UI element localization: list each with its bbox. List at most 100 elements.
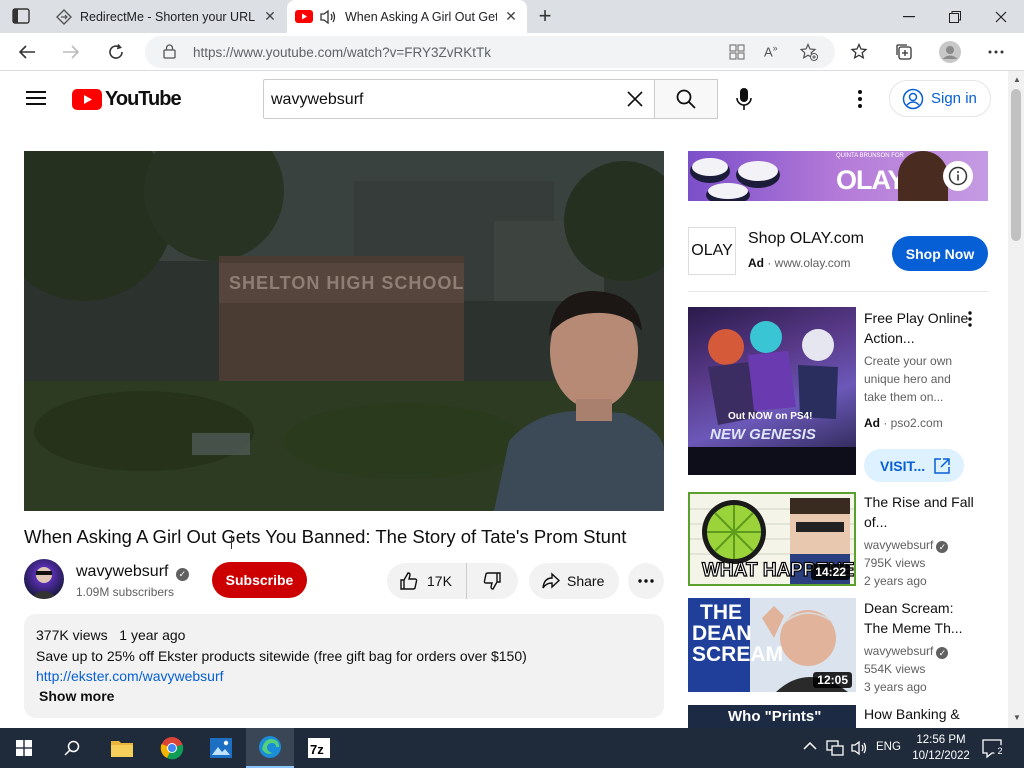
network-icon[interactable] [826, 740, 844, 756]
olay-ad-banner[interactable]: QUINTA BRUNSON FOR OLAY [688, 151, 988, 201]
sign-in-label: Sign in [931, 90, 977, 107]
forward-button[interactable] [56, 37, 86, 67]
close-window-button[interactable] [978, 0, 1024, 33]
close-tab-icon[interactable]: ✕ [503, 8, 519, 25]
related-thumbnail-2[interactable]: THE DEAN SCREAM 12:05 [688, 598, 856, 692]
speaker-icon[interactable] [319, 9, 337, 25]
related-thumbnail-3[interactable]: Who "Prints" [688, 705, 856, 728]
edge-icon[interactable] [246, 728, 294, 768]
hamburger-menu-icon[interactable] [26, 90, 46, 106]
apps-icon[interactable] [729, 44, 745, 60]
profile-avatar-icon[interactable] [935, 37, 965, 67]
new-tab-button[interactable]: + [535, 5, 555, 27]
ad-title[interactable]: Shop OLAY.com [748, 230, 864, 248]
notifications-icon[interactable]: 2 [982, 739, 1006, 759]
show-more-button[interactable]: Show more [39, 688, 114, 704]
photos-icon[interactable] [197, 728, 245, 768]
related-title-3[interactable]: How Banking & [864, 704, 974, 724]
7zip-icon[interactable]: 7z [295, 728, 343, 768]
windows-taskbar: 7z ENG 12:56 PM 10/12/2022 2 [0, 728, 1024, 768]
system-clock[interactable]: 12:56 PM 10/12/2022 [908, 732, 974, 764]
back-button[interactable] [12, 37, 42, 67]
promo-thumbnail[interactable]: Out NOW on PS4! NEW GENESIS [688, 307, 856, 475]
visit-button[interactable]: VISIT... [864, 449, 964, 482]
dislike-button[interactable] [467, 563, 517, 599]
scroll-down-arrow-icon[interactable]: ▼ [1013, 713, 1021, 722]
volume-icon[interactable] [850, 740, 868, 756]
tab-youtube-video[interactable]: When Asking A Girl Out Get ✕ [287, 0, 527, 33]
subscriber-count: 1.09M subscribers [76, 585, 175, 599]
restore-button[interactable] [932, 0, 978, 33]
search-input[interactable]: wavywebsurf [263, 79, 655, 119]
banner-small-text: QUINTA BRUNSON FOR [836, 153, 904, 159]
view-count: 377K views [36, 627, 108, 643]
promo-domain: pso2.com [890, 416, 943, 430]
divider [688, 291, 988, 292]
close-tab-icon[interactable]: ✕ [262, 8, 278, 25]
video-duration-1: 14:22 [811, 564, 850, 580]
subscribe-button[interactable]: Subscribe [212, 562, 307, 598]
olay-ad-logo[interactable]: OLAY [688, 227, 736, 275]
url-bar[interactable]: https://www.youtube.com/watch?v=FRY3ZvRK… [145, 36, 835, 68]
collections-icon[interactable] [889, 37, 919, 67]
scroll-up-arrow-icon[interactable]: ▲ [1013, 75, 1021, 84]
favorites-icon[interactable] [844, 37, 874, 67]
ad-info-icon[interactable] [943, 161, 973, 191]
scrollbar-thumb[interactable] [1011, 89, 1021, 241]
related-title-1[interactable]: The Rise and Fall of... [864, 492, 974, 532]
windows-start-icon[interactable] [0, 728, 48, 768]
related-thumbnail-1[interactable]: WHAT HAPPENED? 14:22 [688, 492, 856, 586]
search-button[interactable] [654, 79, 718, 119]
verified-check-icon: ✓ [936, 647, 949, 659]
svg-text:7z: 7z [310, 742, 324, 757]
minimize-button[interactable] [886, 0, 932, 33]
taskbar-search-icon[interactable] [48, 728, 96, 768]
related-channel-name-2[interactable]: wavywebsurf [864, 644, 933, 658]
more-options-icon[interactable] [858, 90, 862, 108]
related-channel-name-1[interactable]: wavywebsurf [864, 538, 933, 552]
youtube-header: YouTube wavywebsurf Sign in [0, 71, 1008, 127]
related-title-2[interactable]: Dean Scream: The Meme Th... [864, 598, 974, 638]
add-favorite-icon[interactable] [800, 43, 818, 61]
verified-check-icon: ✓ [175, 568, 189, 581]
lock-icon[interactable] [163, 44, 176, 59]
tab-actions-icon[interactable] [12, 8, 30, 24]
video-frame-image [24, 151, 664, 511]
tab-redirectme[interactable]: RedirectMe - Shorten your URL f ✕ [48, 0, 286, 33]
promo-title[interactable]: Free Play Online Action... [864, 308, 974, 348]
channel-name-text[interactable]: wavywebsurf [76, 563, 168, 580]
clear-search-icon[interactable] [627, 91, 643, 107]
share-button[interactable]: Share [529, 563, 619, 599]
related-channel-1[interactable]: wavywebsurf ✓ [864, 536, 949, 554]
view-stats: 377K views 1 year ago [36, 627, 185, 643]
shop-now-button[interactable]: Shop Now [892, 236, 988, 271]
language-indicator[interactable]: ENG [876, 741, 901, 753]
ad-meta: Ad · www.olay.com [748, 256, 851, 270]
page-scrollbar[interactable]: ▲ ▼ [1008, 71, 1024, 728]
channel-name[interactable]: wavywebsurf ✓ [76, 563, 189, 581]
notification-count: 2 [994, 745, 1006, 757]
url-text[interactable]: https://www.youtube.com/watch?v=FRY3ZvRK… [193, 45, 491, 60]
search-query-text[interactable]: wavywebsurf [271, 91, 363, 109]
related-channel-2[interactable]: wavywebsurf ✓ [864, 642, 949, 660]
microphone-icon[interactable] [736, 87, 752, 111]
description-box[interactable]: 377K views 1 year ago Save up to 25% off… [24, 614, 664, 718]
chrome-icon[interactable] [148, 728, 196, 768]
channel-avatar[interactable] [24, 559, 64, 599]
promo-menu-icon[interactable] [968, 311, 972, 327]
settings-more-icon[interactable] [981, 37, 1011, 67]
video-duration-2: 12:05 [813, 672, 852, 688]
related-age-1: 2 years ago [864, 574, 927, 588]
refresh-button[interactable] [101, 37, 131, 67]
description-link[interactable]: http://ekster.com/wavywebsurf [36, 668, 224, 684]
like-button[interactable]: 17K [387, 563, 467, 599]
banner-brand-text: OLAY [836, 165, 906, 195]
youtube-logo[interactable]: YouTube [72, 88, 182, 111]
file-explorer-icon[interactable] [98, 728, 146, 768]
sign-in-button[interactable]: Sign in [889, 80, 991, 117]
video-player[interactable]: SHELTON HIGH SCHOOL [24, 151, 664, 511]
video-title: When Asking A Girl Out Gets You Banned: … [24, 526, 627, 547]
show-hidden-icons-icon[interactable] [803, 741, 817, 751]
more-actions-button[interactable] [628, 563, 664, 599]
read-aloud-icon[interactable]: A» [764, 43, 778, 59]
